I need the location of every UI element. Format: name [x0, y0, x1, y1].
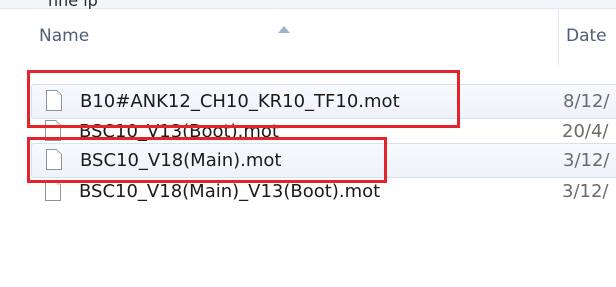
- highlight-box: [27, 137, 387, 183]
- column-header: [0, 9, 616, 67]
- file-date: 3/12/: [562, 181, 609, 202]
- top-strip: nne ip: [0, 0, 616, 10]
- column-header-name[interactable]: Name: [39, 26, 89, 46]
- column-divider[interactable]: [558, 9, 559, 65]
- file-icon: [45, 180, 61, 201]
- file-date: 3/12/: [563, 150, 610, 171]
- file-date: 8/12/: [563, 91, 610, 112]
- column-header-date[interactable]: Date: [566, 26, 607, 46]
- highlight-box: [27, 70, 460, 128]
- file-name: BSC10_V18(Main)_V13(Boot).mot: [79, 181, 381, 202]
- file-date: 20/4/: [562, 121, 609, 142]
- sort-ascending-icon: [278, 26, 290, 33]
